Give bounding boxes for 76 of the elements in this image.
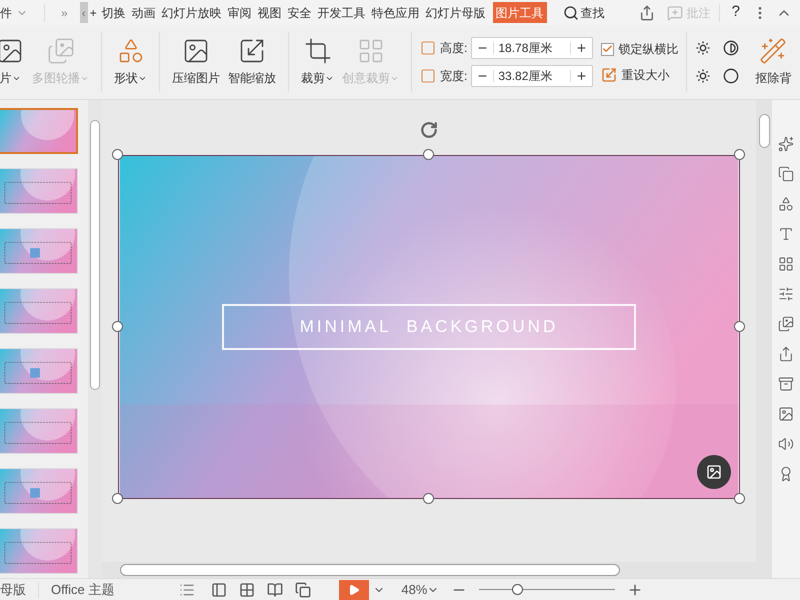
- copy-icon[interactable]: [778, 166, 794, 182]
- ribbon-tab[interactable]: 幻灯片放映: [158, 2, 225, 23]
- size-field[interactable]: 33.82厘米: [471, 65, 594, 87]
- lock-ratio-checkbox[interactable]: 锁定纵横比: [601, 40, 678, 58]
- share-icon[interactable]: [638, 4, 655, 20]
- plus-tab[interactable]: +: [88, 4, 99, 22]
- copy-icon[interactable]: [295, 582, 312, 598]
- share-icon[interactable]: [778, 346, 794, 362]
- check-icon: [602, 43, 614, 55]
- sliders-icon[interactable]: [778, 286, 794, 302]
- resize-handle[interactable]: [423, 493, 434, 504]
- slide-thumbnail[interactable]: [0, 108, 78, 154]
- resize-handle[interactable]: [112, 149, 123, 160]
- brightness-down-icon[interactable]: [695, 68, 712, 84]
- size-field[interactable]: 18.78厘米: [471, 37, 594, 59]
- resize-handle[interactable]: [734, 149, 745, 160]
- ribbon-button[interactable]: 压缩图片: [168, 37, 224, 87]
- picture-scale-icon: [238, 37, 266, 65]
- pictures-icon[interactable]: [778, 316, 794, 332]
- remove-background-button[interactable]: 抠除背: [755, 37, 792, 87]
- ribbon-tab[interactable]: 特色应用: [368, 2, 423, 23]
- help-button[interactable]: ?: [728, 1, 744, 24]
- picture-icon: [0, 37, 24, 65]
- speaker-icon[interactable]: [778, 436, 794, 452]
- ribbon-button[interactable]: 形状: [110, 37, 151, 87]
- ribbon-tab[interactable]: 视图: [254, 2, 285, 23]
- text-style-icon[interactable]: [778, 226, 794, 242]
- size-label: 宽度:: [440, 68, 468, 85]
- resize-handle[interactable]: [734, 321, 745, 332]
- brightness-up-icon[interactable]: [695, 40, 712, 56]
- crop-icon: [304, 37, 332, 65]
- zoom-slider[interactable]: [479, 584, 616, 596]
- master-label[interactable]: 母版: [0, 580, 26, 600]
- comment-icon: [666, 4, 683, 20]
- archive-icon[interactable]: [778, 376, 794, 392]
- normal-view-icon[interactable]: [211, 582, 228, 598]
- resize-icon: [601, 67, 618, 83]
- size-label: 高度:: [440, 40, 468, 57]
- resize-handle[interactable]: [734, 493, 745, 504]
- grid-view-icon[interactable]: [239, 582, 256, 598]
- reset-size-button[interactable]: 重设大小: [601, 66, 678, 84]
- resize-handle[interactable]: [112, 493, 123, 504]
- horizontal-scrollbar[interactable]: [102, 562, 772, 578]
- grid-icon[interactable]: [778, 256, 794, 272]
- ribbon-tab[interactable]: 幻灯片母版: [422, 2, 489, 23]
- vertical-scrollbar[interactable]: [756, 100, 772, 562]
- wand-icon: [759, 37, 788, 65]
- contrast-up-icon[interactable]: [723, 40, 740, 56]
- thumbnail-scrollbar[interactable]: [88, 100, 102, 578]
- ribbon-tab[interactable]: 开发工具: [314, 2, 369, 23]
- ribbon-tab[interactable]: 安全: [284, 2, 315, 23]
- ribbon-button[interactable]: 裁剪: [297, 37, 338, 87]
- picture-icon: [706, 464, 722, 480]
- dashed-picture-icon: [182, 37, 210, 65]
- sparkle-icon[interactable]: [778, 136, 794, 152]
- file-menu[interactable]: 件: [0, 4, 36, 22]
- theme-label[interactable]: Office 主题: [51, 580, 114, 600]
- rotate-handle[interactable]: [420, 121, 438, 139]
- reading-view-icon[interactable]: [267, 582, 284, 598]
- ribbon-tab[interactable]: 审阅: [224, 2, 255, 23]
- slide-title: MINIMAL BACKGROUND: [300, 316, 558, 338]
- search-icon: [562, 4, 579, 20]
- ribbon-button[interactable]: 智能缩放: [224, 37, 280, 87]
- resize-handle[interactable]: [112, 321, 123, 332]
- play-button[interactable]: [339, 580, 370, 600]
- ribbon-button[interactable]: 片: [0, 37, 28, 87]
- search-button[interactable]: 查找: [562, 4, 605, 22]
- play-icon: [348, 584, 360, 596]
- ribbon-tab[interactable]: 动画: [128, 2, 159, 23]
- pictures-icon: [46, 37, 74, 65]
- resize-handle[interactable]: [423, 149, 434, 160]
- shapes-icon[interactable]: [778, 196, 794, 212]
- ribbon-tab[interactable]: 切换: [98, 2, 129, 23]
- zoom-dropdown[interactable]: 48%: [401, 580, 440, 600]
- notes-icon[interactable]: [179, 582, 196, 598]
- picture-icon[interactable]: [778, 406, 794, 422]
